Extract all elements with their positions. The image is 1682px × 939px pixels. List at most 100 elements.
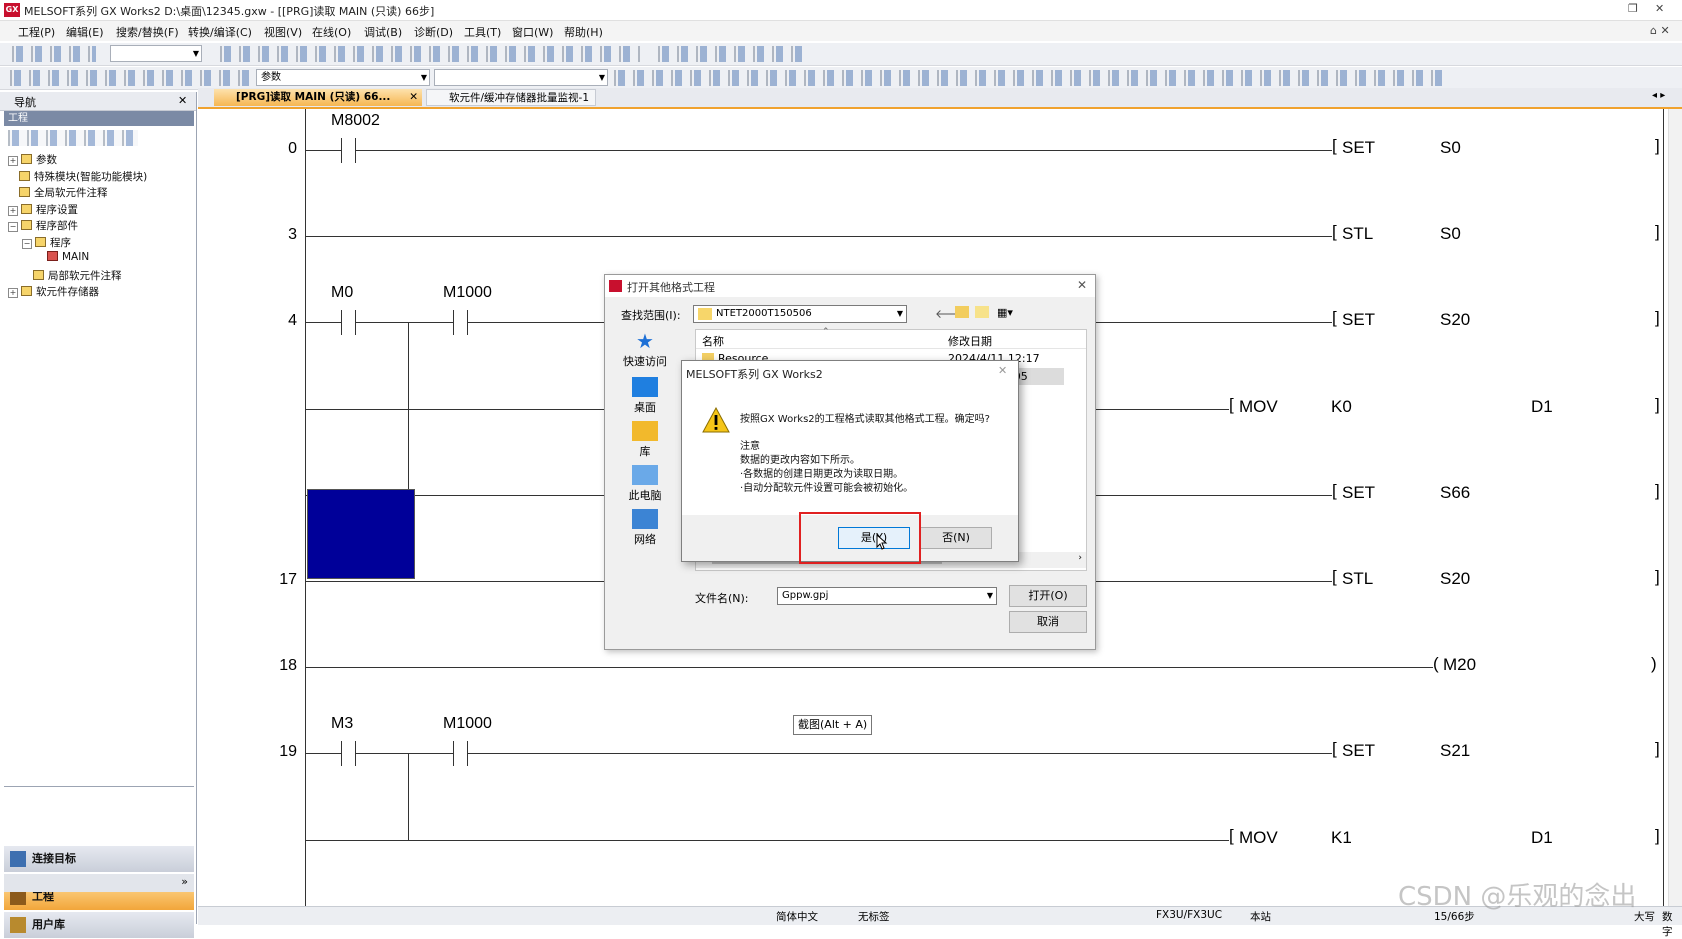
step-number: 17 — [279, 571, 297, 588]
expand-toggle-icon[interactable]: − — [8, 222, 18, 232]
tab-close-icon[interactable]: ✕ — [409, 89, 418, 106]
menu-diagnostics[interactable]: 诊断(D) — [414, 24, 453, 40]
menu-convert-compile[interactable]: 转换/编译(C) — [188, 24, 252, 40]
toolbar-standard: ▼ — [0, 43, 1682, 66]
nav-overflow-bar[interactable]: » — [4, 874, 194, 892]
connection-icon — [10, 851, 26, 867]
column-date[interactable]: 修改日期 — [948, 333, 992, 349]
place-desktop[interactable]: 桌面 — [619, 377, 671, 415]
tree-item-label: 局部软元件注释 — [48, 269, 122, 282]
toolbar-combo-1[interactable]: ▼ — [110, 45, 202, 62]
menu-debug[interactable]: 调试(B) — [364, 24, 402, 40]
menu-help[interactable]: 帮助(H) — [564, 24, 603, 40]
status-label: 无标签 — [858, 911, 890, 923]
tree-item[interactable]: + 软元件存储器 — [8, 284, 99, 299]
toolbar-combo-2[interactable]: ▼ — [434, 69, 608, 86]
expand-toggle-icon[interactable]: − — [22, 238, 32, 249]
instruction-bracket: [ — [1332, 222, 1337, 241]
column-name[interactable]: 名称 — [702, 333, 724, 349]
edit-buttons-icon[interactable] — [220, 46, 640, 62]
file-cancel-button[interactable]: 取消 — [1009, 611, 1087, 633]
ladder-symbol-buttons-icon[interactable] — [614, 70, 1444, 86]
view-menu-icon[interactable]: ▦▾ — [997, 306, 1013, 319]
right-power-rail — [1663, 109, 1664, 906]
restore-icon[interactable]: ❐ — [1628, 2, 1638, 15]
expand-toggle-icon[interactable]: + — [8, 205, 18, 216]
tree-item[interactable]: + 参数 — [8, 152, 57, 167]
tree-item[interactable]: + 程序设置 — [8, 202, 78, 217]
menu-tools[interactable]: 工具(T) — [464, 24, 501, 40]
place-quick-access-label: 快速访问 — [623, 355, 667, 368]
expand-toggle-icon[interactable]: + — [8, 288, 18, 298]
confirm-title: MELSOFT系列 GX Works2 — [686, 368, 823, 381]
tree-item[interactable]: 全局软元件注释 — [8, 185, 108, 200]
menu-edit[interactable]: 编辑(E) — [66, 24, 104, 40]
instruction-name: STL — [1342, 224, 1374, 243]
file-list-header: 名称 ⌃ 修改日期 — [696, 327, 1086, 349]
tab-ladder-main[interactable]: [PRG]读取 MAIN (只读) 66... ✕ — [214, 89, 422, 106]
nav-close-icon[interactable]: ✕ — [178, 94, 187, 107]
new-folder-icon[interactable] — [975, 306, 989, 318]
contact-address: M1000 — [443, 715, 492, 732]
instruction-operand: S20 — [1440, 310, 1471, 329]
menu-bar: 工程(P) 编辑(E) 搜索/替换(F) 转换/编译(C) 视图(V) 在线(O… — [0, 21, 1682, 41]
instruction-name: SET — [1342, 741, 1376, 760]
filename-input[interactable]: Gppw.gpj ▼ — [777, 587, 997, 605]
align-buttons-icon[interactable] — [658, 46, 808, 62]
tree-item[interactable]: 特殊模块(智能功能模块) — [8, 169, 147, 184]
tree-item[interactable]: 局部软元件注释 — [22, 268, 122, 283]
ladder-cursor[interactable] — [307, 489, 415, 579]
open-button[interactable]: 打开(O) — [1009, 585, 1087, 607]
vertical-scrollbar[interactable] — [1668, 109, 1682, 906]
instruction-bracket: [ — [1332, 567, 1337, 586]
place-network[interactable]: 网络 — [619, 509, 671, 547]
nav-tool-buttons-icon[interactable] — [8, 130, 138, 146]
nav-button-connection-target[interactable]: 连接目标 — [4, 846, 194, 872]
tree-item[interactable]: − 程序部件 — [8, 218, 78, 233]
menu-window[interactable]: 窗口(W) — [512, 24, 553, 40]
confirm-detail-2: ·各数据的创建日期更改为读取日期。 — [740, 469, 904, 480]
nav-button-user-library[interactable]: 用户库 — [4, 912, 194, 938]
place-quick-access[interactable]: ★ 快速访问 — [619, 331, 671, 369]
instruction-bracket: [ — [1332, 481, 1337, 500]
tree-item[interactable]: − 程序 — [22, 235, 71, 250]
expand-toggle-icon[interactable]: + — [8, 156, 18, 166]
tree-node-icon — [21, 203, 32, 214]
chevron-down-icon: ▼ — [896, 309, 903, 318]
tree-item[interactable]: MAIN — [36, 251, 89, 263]
instruction-bracket: ] — [1655, 739, 1660, 758]
close-window-icon[interactable]: ✕ — [1655, 2, 1664, 15]
program-buttons-icon[interactable] — [10, 70, 250, 86]
confirm-detail-1: 数据的更改内容如下所示。 — [740, 455, 860, 466]
mdi-close-icon[interactable]: ⌂ ✕ — [1650, 24, 1670, 37]
scroll-right-icon[interactable]: › — [1078, 553, 1082, 563]
up-folder-icon[interactable] — [955, 306, 969, 318]
menu-view[interactable]: 视图(V) — [264, 24, 302, 40]
menu-project[interactable]: 工程(P) — [18, 24, 55, 40]
param-combo-value: 参数 — [261, 72, 281, 83]
menu-online[interactable]: 在线(O) — [312, 24, 351, 40]
confirm-close-icon[interactable]: ✕ — [998, 364, 1007, 377]
step-number: 19 — [279, 743, 297, 760]
place-library[interactable]: 库 — [619, 421, 671, 459]
star-icon: ★ — [636, 329, 654, 353]
contact-bar — [355, 138, 356, 163]
standard-buttons-icon[interactable] — [12, 46, 96, 62]
no-button[interactable]: 否(N) — [920, 527, 992, 549]
tab-ladder-main-label: [PRG]读取 MAIN (只读) 66... — [236, 91, 391, 103]
instruction-bracket: ] — [1655, 395, 1660, 414]
instruction-operand: K0 — [1331, 397, 1352, 416]
filename-value: Gppw.gpj — [782, 590, 829, 601]
look-in-combo[interactable]: NTET2000T150506 ▼ — [693, 305, 907, 323]
param-combo[interactable]: 参数 ▼ — [256, 69, 430, 86]
tab-scroll-icons[interactable]: ◂ ▸ — [1652, 90, 1665, 101]
tab-device-monitor[interactable]: 软元件/缓冲存储器批量监视-1 — [426, 89, 596, 106]
file-dialog-close-icon[interactable]: ✕ — [1077, 278, 1087, 292]
contact-bar — [341, 741, 342, 766]
place-this-pc[interactable]: 此电脑 — [619, 465, 671, 503]
menu-find-replace[interactable]: 搜索/替换(F) — [116, 24, 179, 40]
confirm-detail-3: ·自动分配软元件设置可能会被初始化。 — [740, 483, 914, 494]
window-title: MELSOFT系列 GX Works2 D:\桌面\12345.gxw - [[… — [24, 5, 435, 18]
